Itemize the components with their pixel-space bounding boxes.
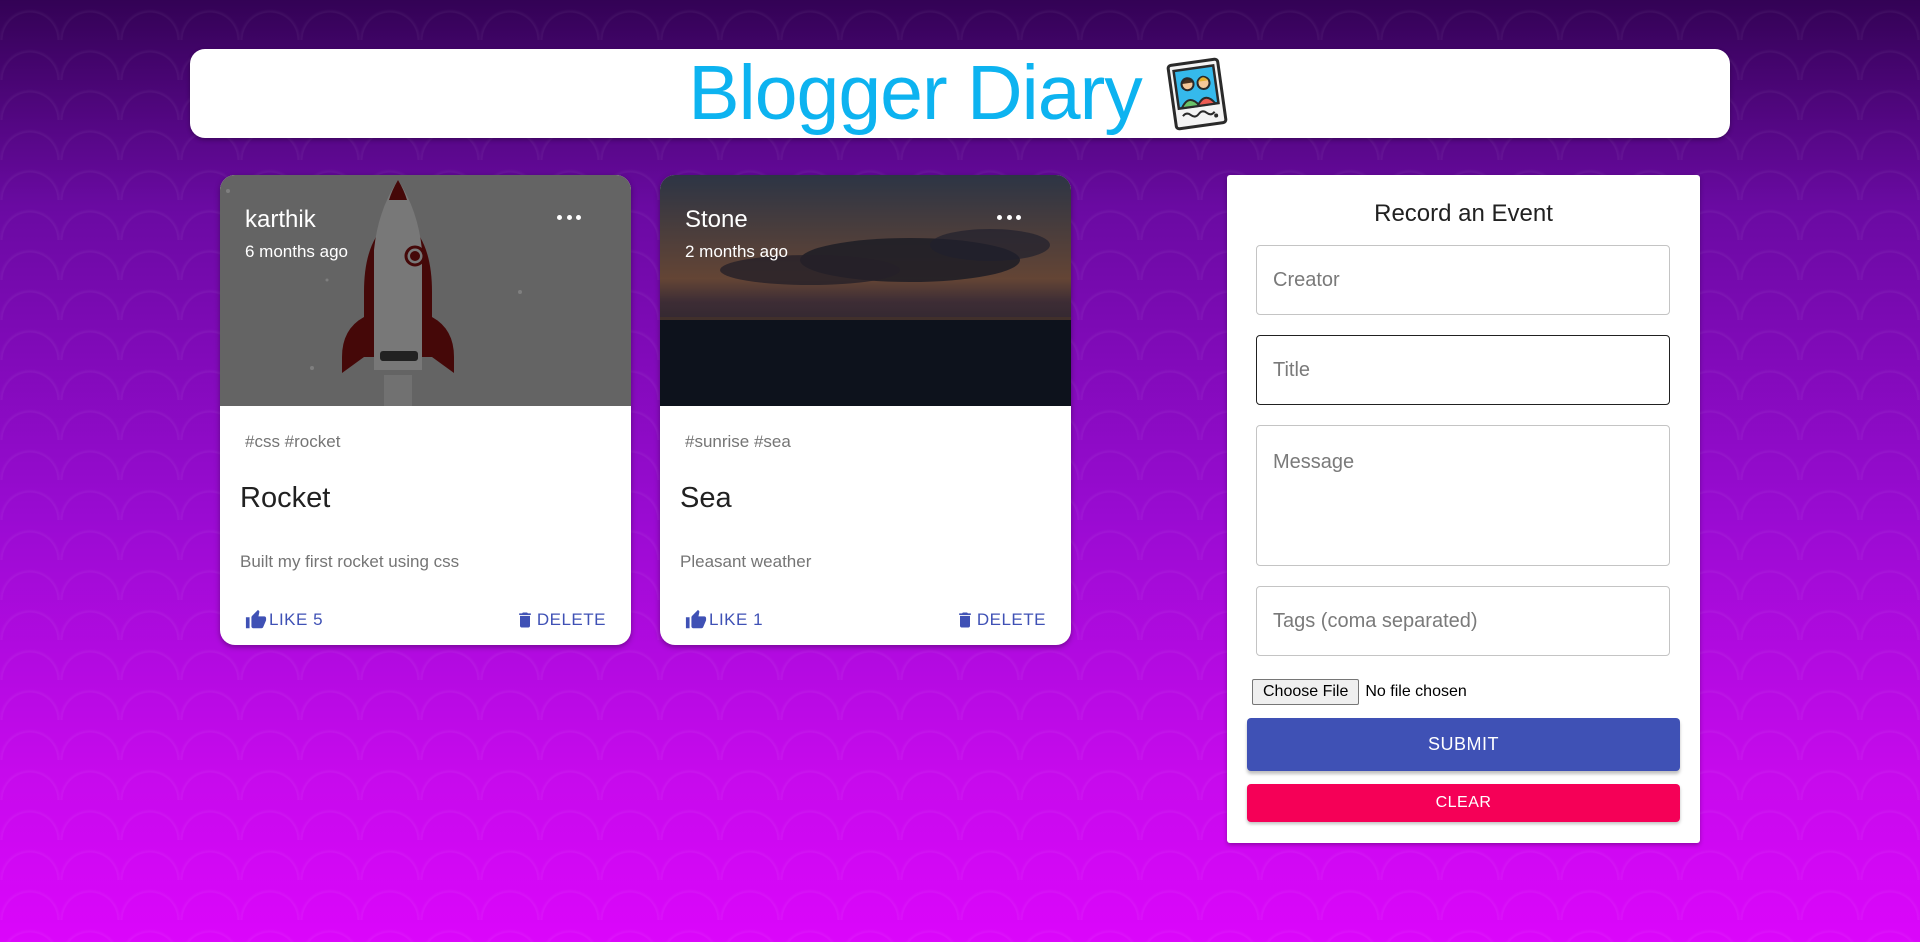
post-image-sea: Stone 2 months ago — [660, 175, 1071, 406]
submit-button[interactable]: SUBMIT — [1247, 718, 1680, 771]
delete-button[interactable]: DELETE — [515, 609, 606, 631]
clear-button[interactable]: CLEAR — [1247, 784, 1680, 822]
post-card: karthik 6 months ago #css #rocket Rocket… — [220, 175, 631, 645]
message-field[interactable] — [1256, 425, 1670, 566]
form-heading: Record an Event — [1374, 200, 1553, 227]
title-field[interactable] — [1256, 335, 1670, 405]
creator-field[interactable] — [1256, 245, 1670, 315]
tags-field[interactable] — [1256, 586, 1670, 656]
file-status: No file chosen — [1365, 683, 1467, 700]
post-title: Sea — [680, 482, 732, 514]
record-event-form: Record an Event Choose File No file chos… — [1227, 175, 1700, 843]
app-title: Blogger Diary — [688, 50, 1142, 136]
like-button[interactable]: LIKE 5 — [245, 609, 323, 631]
post-time: 2 months ago — [685, 242, 789, 261]
post-creator: Stone — [685, 206, 748, 233]
more-options-icon[interactable] — [997, 211, 1021, 223]
post-actions: LIKE 5 DELETE — [245, 603, 606, 637]
post-card: Stone 2 months ago #sunrise #sea Sea Ple… — [660, 175, 1071, 645]
post-title: Rocket — [240, 482, 331, 514]
photo-polaroid-icon — [1162, 56, 1232, 132]
post-creator: karthik — [245, 206, 316, 233]
app-header: Blogger Diary — [190, 49, 1730, 138]
thumb-up-icon — [685, 609, 707, 629]
more-options-icon[interactable] — [557, 211, 581, 223]
post-actions: LIKE 1 DELETE — [685, 603, 1046, 637]
post-tags: #sunrise #sea — [685, 432, 791, 451]
trash-icon — [519, 612, 531, 628]
post-tags: #css #rocket — [245, 432, 341, 451]
trash-icon — [959, 612, 971, 628]
choose-file-button[interactable]: Choose File — [1252, 679, 1360, 705]
post-message: Pleasant weather — [680, 552, 812, 571]
file-picker: Choose File No file chosen — [1252, 679, 1467, 705]
post-message: Built my first rocket using css — [240, 552, 460, 571]
like-button[interactable]: LIKE 1 — [685, 609, 763, 631]
like-label: LIKE 5 — [269, 610, 324, 629]
post-time: 6 months ago — [245, 242, 349, 261]
post-image-rocket: karthik 6 months ago — [220, 175, 631, 406]
thumb-up-icon — [245, 609, 267, 629]
delete-label: DELETE — [536, 610, 606, 629]
delete-label: DELETE — [976, 610, 1046, 629]
delete-button[interactable]: DELETE — [955, 609, 1046, 631]
like-label: LIKE 1 — [709, 610, 764, 629]
